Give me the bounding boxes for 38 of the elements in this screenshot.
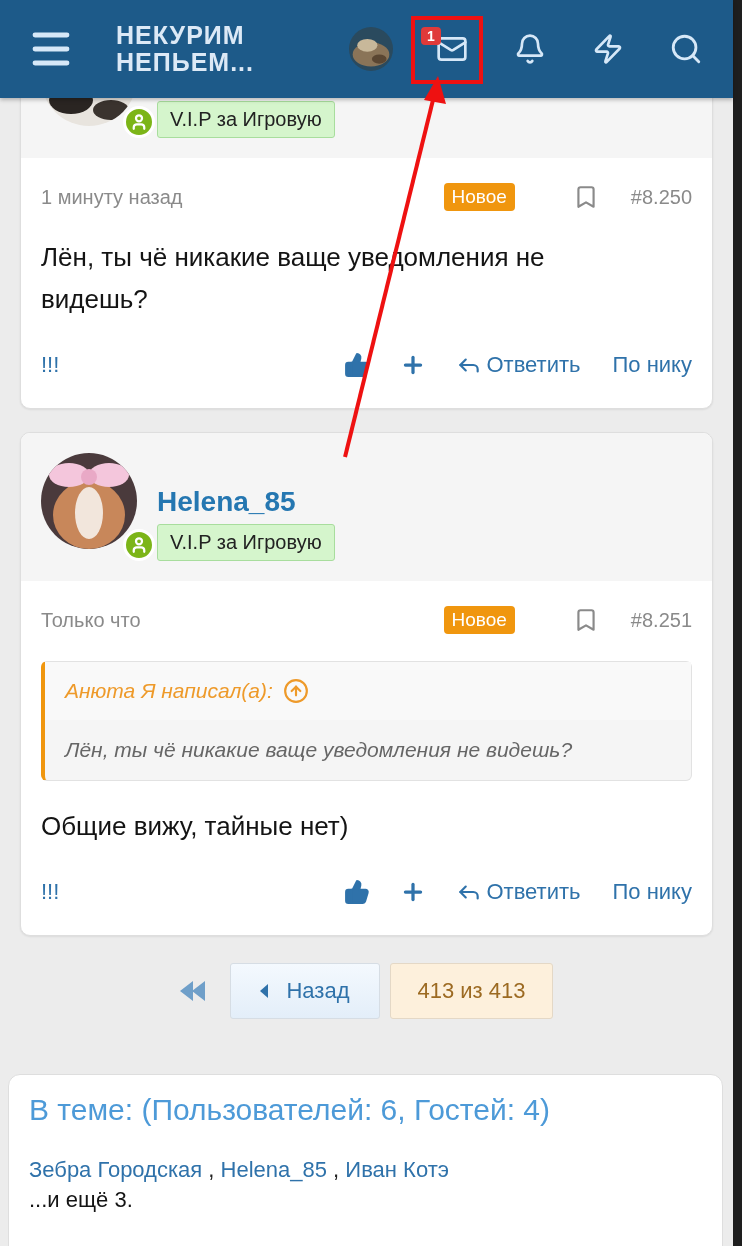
reactions-link[interactable]: !!! bbox=[41, 879, 60, 905]
highlight-frame bbox=[411, 16, 483, 84]
username[interactable]: Helena_85 bbox=[157, 486, 335, 518]
inbox-button[interactable]: 1 bbox=[413, 19, 491, 79]
new-label: Новое bbox=[443, 183, 515, 211]
reactions-link[interactable]: !!! bbox=[41, 352, 60, 378]
post-number[interactable]: #8.250 bbox=[630, 185, 692, 209]
quote-author: Анюта Я написал(а): bbox=[65, 679, 273, 703]
bell-icon bbox=[514, 33, 546, 65]
post-time[interactable]: Только что bbox=[41, 608, 444, 632]
user-link[interactable]: Иван Котэ bbox=[345, 1157, 449, 1183]
online-title: В теме: (Пользователей: 6, Гостей: 4) bbox=[29, 1093, 552, 1127]
quote-text: Лён, ты чё никакие ваще уведомления не видешь? bbox=[63, 737, 574, 763]
post-message: Общие вижу, тайные нет) bbox=[41, 810, 350, 843]
user-title-badge: V.I.P за Игровую bbox=[157, 101, 335, 138]
site-logo[interactable]: НЕКУРИМ НЕПЬЕМ... bbox=[116, 22, 254, 76]
search-icon bbox=[669, 32, 703, 66]
user-link[interactable]: Зебра Городская bbox=[29, 1157, 203, 1183]
quote-by-nick-link[interactable]: По нику bbox=[612, 879, 692, 905]
thumbs-up-icon[interactable] bbox=[344, 879, 371, 905]
user-link[interactable]: Helena_85 bbox=[220, 1157, 327, 1183]
reply-link[interactable]: Ответить bbox=[456, 352, 581, 378]
quote-by-nick-link[interactable]: По нику bbox=[612, 352, 692, 378]
more-users-text: ...и ещё 3. bbox=[29, 1187, 134, 1213]
post-time[interactable]: 1 минуту назад bbox=[41, 185, 444, 209]
user-title-badge: V.I.P за Игровую bbox=[157, 524, 335, 561]
back-button[interactable]: Назад bbox=[230, 963, 380, 1019]
user-icon bbox=[130, 536, 148, 554]
user-icon bbox=[130, 113, 148, 131]
new-label: Новое bbox=[443, 606, 515, 634]
caret-icon bbox=[260, 984, 269, 998]
separator-comma: , bbox=[332, 1157, 341, 1183]
reply-link[interactable]: Ответить bbox=[456, 879, 581, 905]
post-number[interactable]: #8.251 bbox=[630, 608, 692, 632]
page-indicator[interactable]: 413 из 413 bbox=[390, 963, 553, 1019]
unread-count: 1 bbox=[421, 27, 441, 45]
separator-comma: , bbox=[207, 1157, 216, 1183]
lightning-icon bbox=[592, 33, 624, 65]
